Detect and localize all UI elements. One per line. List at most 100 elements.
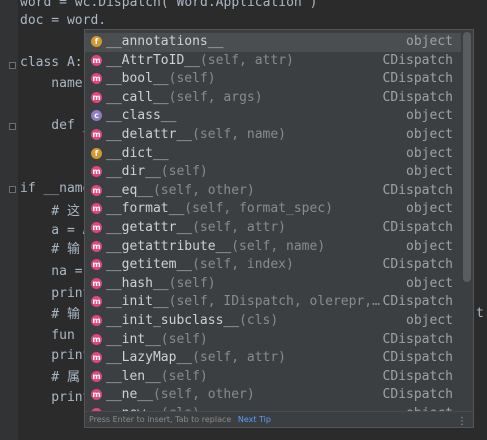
completion-name: __int__ [106, 331, 161, 347]
completion-item[interactable]: m __dir__(self) object [85, 163, 461, 182]
completion-name: __dict__ [106, 145, 169, 161]
completion-name: __ne__ [106, 387, 153, 403]
completion-type: CDispatch [382, 331, 453, 347]
code-line[interactable]: class A: [20, 54, 83, 72]
code-line[interactable]: print [20, 347, 90, 365]
completion-item[interactable]: m __AttrToID__(self, attr) CDispatch [85, 52, 461, 71]
completion-signature: (self, attr) [192, 350, 287, 366]
method-icon: m [91, 73, 102, 85]
completion-type: CDispatch [382, 294, 453, 310]
completion-item[interactable]: m __eq__(self, other) CDispatch [85, 182, 461, 201]
code-line[interactable]: a = A [20, 222, 90, 240]
completion-item[interactable]: m __bool__(self) CDispatch [85, 70, 461, 89]
completion-signature: (self, name) [231, 238, 326, 254]
completion-type: CDispatch [382, 368, 453, 384]
completion-type: CDispatch [382, 89, 453, 105]
completion-name: __call__ [106, 89, 169, 105]
completion-item[interactable]: m __init__(self, IDispatch, olerepr,… CDis… [85, 293, 461, 312]
code-line[interactable]: fun [20, 327, 75, 345]
completion-name: __AttrToID__ [106, 52, 200, 68]
next-tip-link[interactable]: Next Tip [238, 415, 271, 424]
completion-signature: (self, args) [168, 89, 263, 105]
completion-signature: (self, attr) [192, 220, 287, 235]
completion-type: CDispatch [382, 350, 453, 366]
code-line[interactable]: doc = word. [20, 12, 106, 30]
completion-item[interactable]: m __getitem__(self, index) CDispatch [85, 256, 461, 275]
method-icon: m [91, 129, 102, 140]
completion-item[interactable]: m __len__(self) CDispatch [85, 368, 461, 387]
completion-name: __format__ [106, 201, 185, 217]
completion-item[interactable]: m __getattr__(self, attr) CDispatch [85, 219, 461, 238]
completion-item[interactable]: f __annotations__ object [85, 33, 461, 52]
completion-type: object [406, 313, 453, 328]
completion-signature: (self) [160, 368, 208, 384]
method-icon: m [91, 240, 102, 252]
code-line[interactable]: # 输 [20, 241, 80, 259]
code-line[interactable]: # 属 [20, 369, 80, 387]
completion-type: object [406, 145, 453, 161]
code-line[interactable]: def _ [20, 117, 90, 135]
completion-type: object [406, 164, 453, 180]
popup-scrollbar[interactable] [463, 32, 471, 282]
completion-item[interactable]: m __format__(self, format_spec) object [85, 200, 461, 219]
fold-marker-icon[interactable] [9, 186, 16, 193]
completion-signature: (self, other) [152, 387, 255, 403]
completion-name: __init__ [106, 294, 169, 310]
completion-name: __annotations__ [106, 34, 224, 49]
method-icon: m [91, 203, 102, 215]
completion-item[interactable]: m __int__(self) CDispatch [85, 331, 461, 350]
completion-item[interactable]: m __init_subclass__(cls) object [85, 312, 461, 331]
ellipsis-vertical-icon[interactable]: ⋮ [457, 414, 467, 427]
completion-type: object [406, 34, 453, 49]
completion-footer: Press Enter to insert, Tab to replace Ne… [85, 411, 473, 427]
code-line[interactable]: word = wc.Dispatch('Word.Application') [20, 0, 317, 12]
fold-marker-icon[interactable] [9, 62, 16, 69]
code-line[interactable]: print [20, 285, 90, 303]
code-line[interactable]: # 这 [20, 203, 80, 221]
completion-item[interactable]: m __delattr__(self, name) object [85, 126, 461, 145]
completion-type: CDispatch [382, 182, 453, 198]
code-line[interactable]: print [20, 389, 90, 407]
completion-type: object [406, 275, 453, 291]
code-line[interactable]: # 输 [20, 306, 80, 324]
field-icon: f [91, 147, 102, 159]
method-icon: m [91, 91, 102, 103]
method-icon: m [91, 277, 102, 289]
completion-type: object [406, 201, 453, 217]
completion-popup[interactable]: f __annotations__ object m __AttrToID__(self… [84, 29, 474, 428]
completion-signature: (self, IDispatch, olerepr,… [168, 294, 380, 310]
completion-name: __bool__ [106, 71, 169, 87]
completion-item[interactable]: m __LazyMap__(self, attr) CDispatch [85, 349, 461, 368]
completion-type: CDispatch [382, 257, 453, 273]
fold-marker-icon[interactable] [9, 123, 16, 130]
completion-item[interactable]: m __getattribute__(self, name) object [85, 238, 461, 257]
code-line[interactable]: if __name [20, 180, 90, 198]
completion-type: object [406, 127, 453, 142]
code-overflow-char: t [476, 306, 484, 321]
completion-signature: (self, other) [152, 182, 255, 198]
completion-item[interactable]: f __dict__ object [85, 145, 461, 164]
completion-name: __len__ [106, 368, 161, 384]
completion-signature: (self) [168, 71, 216, 87]
completion-signature: (self, format_spec) [184, 201, 333, 217]
method-icon: m [91, 166, 102, 178]
method-icon: m [91, 315, 102, 326]
method-icon: m [91, 222, 102, 233]
footer-hint: Press Enter to insert, Tab to replace [89, 415, 232, 424]
code-line[interactable]: na = [20, 263, 82, 281]
completion-item[interactable]: m __ne__(self, other) CDispatch [85, 386, 461, 405]
completion-item[interactable]: m __call__(self, args) CDispatch [85, 89, 461, 108]
completion-name: __getitem__ [106, 257, 193, 273]
completion-signature: (self) [160, 164, 208, 180]
completion-name: __hash__ [106, 275, 169, 291]
completion-item[interactable]: c __class__ object [85, 107, 461, 126]
completion-type: CDispatch [382, 71, 453, 87]
completion-signature: (self) [168, 275, 216, 291]
method-icon: m [91, 296, 102, 308]
completion-name: __eq__ [106, 182, 153, 198]
code-line[interactable]: name [20, 75, 82, 93]
method-icon: m [91, 184, 102, 196]
completion-name: __LazyMap__ [106, 350, 193, 366]
completion-item[interactable]: m __hash__(self) object [85, 275, 461, 294]
completion-name: __getattr__ [106, 220, 193, 235]
